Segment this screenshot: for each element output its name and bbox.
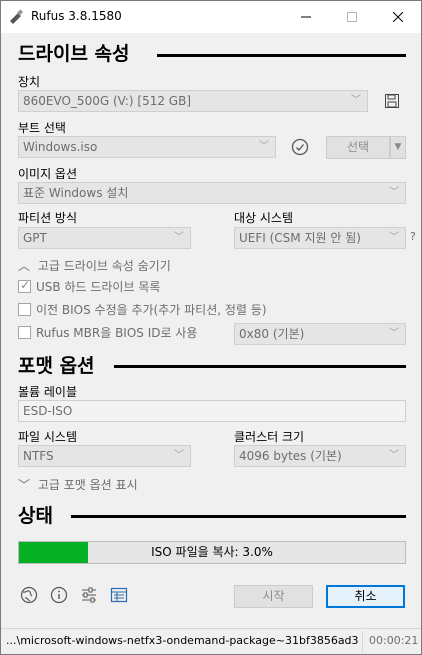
image-option-value: 표준 Windows 설치 <box>23 186 129 200</box>
cluster-size-label: 클러스터 크기 <box>234 430 305 444</box>
filesystem-dropdown[interactable]: NTFS ﹀ <box>18 445 191 467</box>
section-divider <box>157 54 406 57</box>
usb-icon <box>8 9 24 25</box>
chevron-down-icon: ▼ <box>394 142 402 152</box>
checkmark-circle-icon[interactable] <box>290 137 310 157</box>
cancel-button[interactable]: 취소 <box>326 585 405 608</box>
rufus-window: Rufus 3.8.1580 드라이브 속성 장치 860EVO_500G (V… <box>0 0 422 655</box>
close-button[interactable] <box>375 1 421 33</box>
chevron-down-icon: ﹀ <box>389 450 399 461</box>
target-system-dropdown[interactable]: UEFI (CSM 지원 안 됨) ﹀ <box>234 227 406 249</box>
start-button-label: 시작 <box>262 589 285 603</box>
progress-bar: ISO 파일을 복사: 3.0% <box>18 541 406 564</box>
rufus-mbr-label: Rufus MBR을 BIOS ID로 사용 <box>36 326 198 340</box>
save-icon[interactable] <box>382 91 402 111</box>
bios-fix-checkbox[interactable] <box>18 303 31 316</box>
status-heading: 상태 <box>18 505 53 527</box>
settings-sliders-icon[interactable] <box>79 585 99 605</box>
advanced-format-toggle-label: 고급 포맷 옵션 표시 <box>37 478 138 492</box>
chevron-down-icon: ﹀ <box>259 141 269 152</box>
volume-label-input[interactable]: ESD-ISO <box>18 400 406 422</box>
advanced-drive-toggle-label: 고급 드라이브 속성 숨기기 <box>37 259 171 273</box>
title-bar: Rufus 3.8.1580 <box>1 1 421 33</box>
status-separator <box>362 631 363 653</box>
start-button[interactable]: 시작 <box>234 585 313 608</box>
status-path: ...\microsoft-windows-netfx3-ondemand-pa… <box>6 634 358 647</box>
select-button[interactable]: 선택 <box>326 136 390 159</box>
elapsed-time: 00:00:21 <box>369 634 419 647</box>
partition-scheme-value: GPT <box>23 231 47 245</box>
window-title: Rufus 3.8.1580 <box>31 9 122 23</box>
bios-id-value: 0x80 (기본) <box>239 327 305 341</box>
boot-selection-dropdown[interactable]: Windows.iso ﹀ <box>18 136 276 158</box>
cluster-size-dropdown[interactable]: 4096 bytes (기본) ﹀ <box>234 445 406 467</box>
device-label: 장치 <box>18 75 41 89</box>
chevron-down-icon: ﹀ <box>389 328 399 339</box>
volume-label-label: 볼륨 레이블 <box>18 385 78 399</box>
filesystem-label: 파일 시스템 <box>18 430 78 444</box>
target-system-label: 대상 시스템 <box>234 211 294 225</box>
globe-icon[interactable] <box>19 585 39 605</box>
advanced-drive-toggle[interactable]: ︿ 고급 드라이브 속성 숨기기 <box>18 257 171 274</box>
advanced-format-toggle[interactable]: ﹀ 고급 포맷 옵션 표시 <box>18 476 138 493</box>
log-icon[interactable] <box>109 585 129 605</box>
chevron-down-icon: ﹀ <box>351 95 361 106</box>
chevron-down-icon: ﹀ <box>389 187 399 198</box>
drive-properties-heading: 드라이브 속성 <box>18 43 130 65</box>
usb-hdd-label: USB 하드 드라이브 목록 <box>36 280 161 294</box>
cancel-button-label: 취소 <box>354 589 377 603</box>
section-divider <box>71 515 406 518</box>
section-divider <box>114 365 406 368</box>
chevron-down-icon: ﹀ <box>389 232 399 243</box>
target-help-icon[interactable]: ? <box>410 230 416 243</box>
filesystem-value: NTFS <box>23 449 54 463</box>
boot-selection-label: 부트 선택 <box>18 121 66 135</box>
cluster-size-value: 4096 bytes (기본) <box>239 449 342 463</box>
device-value: 860EVO_500G (V:) [512 GB] <box>23 94 192 108</box>
rufus-mbr-checkbox[interactable] <box>18 326 31 339</box>
chevron-down-icon: ﹀ <box>174 450 184 461</box>
status-bar: ...\microsoft-windows-netfx3-ondemand-pa… <box>1 628 421 654</box>
partition-scheme-dropdown[interactable]: GPT ﹀ <box>18 227 191 249</box>
target-system-value: UEFI (CSM 지원 안 됨) <box>239 231 361 245</box>
image-option-dropdown[interactable]: 표준 Windows 설치 ﹀ <box>18 182 406 204</box>
bios-id-dropdown[interactable]: 0x80 (기본) ﹀ <box>234 323 406 345</box>
partition-scheme-label: 파티션 방식 <box>18 211 78 225</box>
format-options-heading: 포맷 옵션 <box>18 355 95 377</box>
select-button-label: 선택 <box>346 140 370 154</box>
info-icon[interactable] <box>49 585 69 605</box>
maximize-button[interactable] <box>329 1 375 33</box>
bios-fix-label: 이전 BIOS 수정을 추가(추가 파티션, 정렬 등) <box>36 303 267 317</box>
select-dropdown-button[interactable]: ▼ <box>390 136 406 159</box>
chevron-up-icon: ︿ <box>18 259 31 273</box>
boot-selection-value: Windows.iso <box>23 140 98 154</box>
chevron-down-icon: ﹀ <box>18 478 31 492</box>
chevron-down-icon: ﹀ <box>174 232 184 243</box>
image-option-label: 이미지 옵션 <box>18 167 78 181</box>
device-dropdown[interactable]: 860EVO_500G (V:) [512 GB] ﹀ <box>18 90 368 112</box>
minimize-button[interactable] <box>283 1 329 33</box>
usb-hdd-checkbox[interactable] <box>18 278 31 293</box>
progress-text: ISO 파일을 복사: 3.0% <box>151 545 273 559</box>
